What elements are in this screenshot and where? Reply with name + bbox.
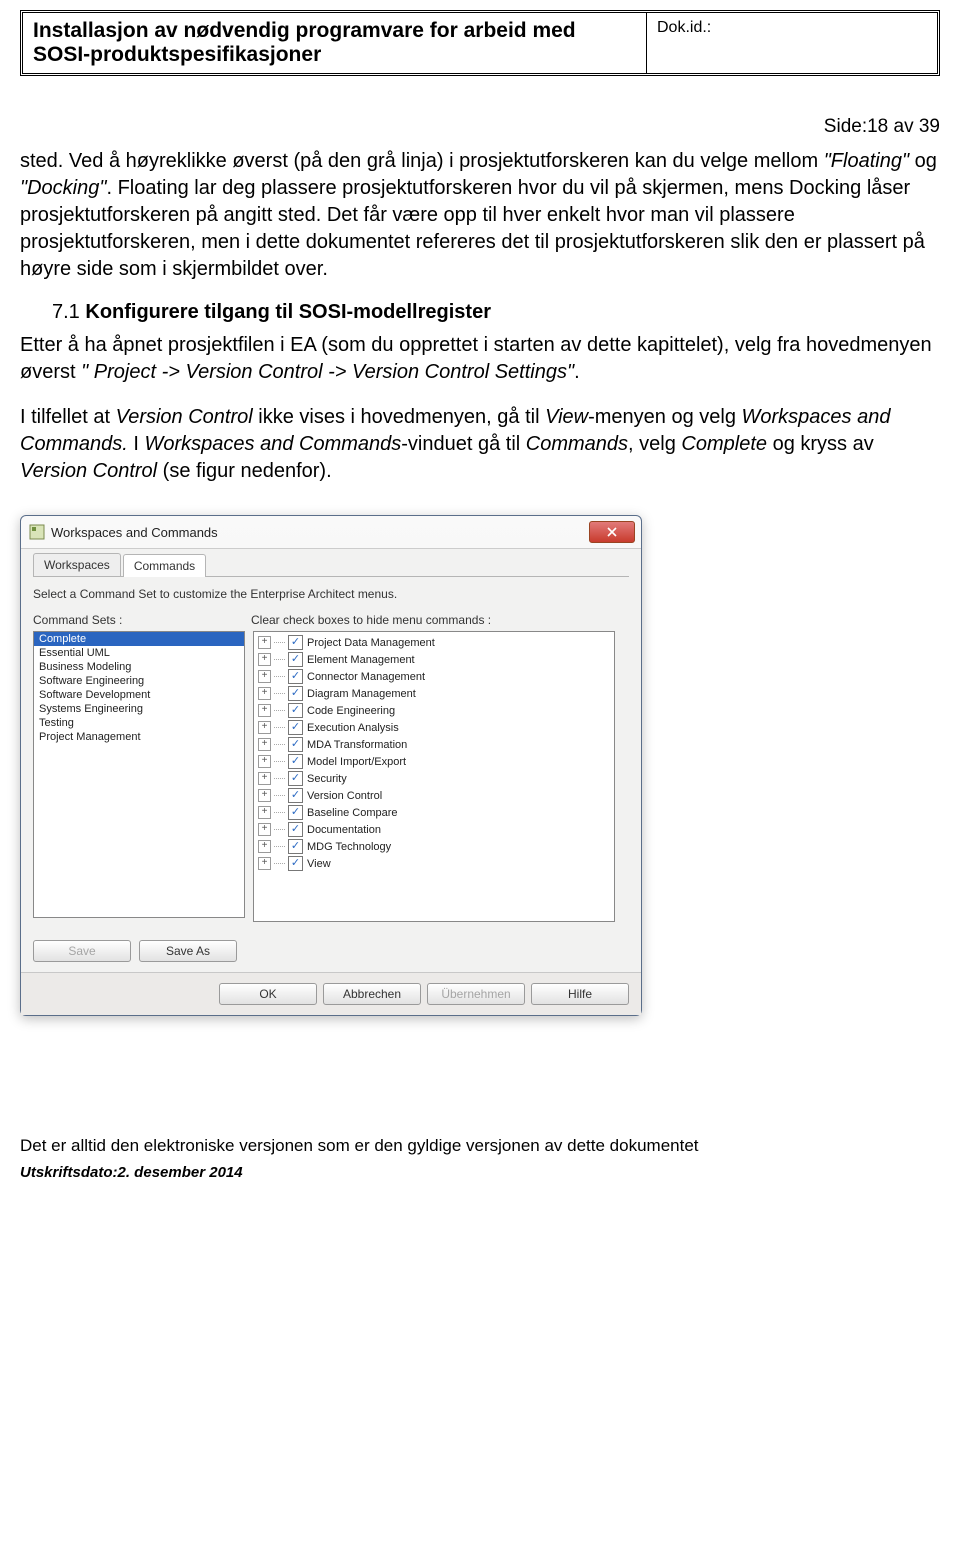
expand-icon[interactable]: + [258, 857, 271, 870]
checkbox-icon[interactable] [288, 839, 303, 854]
menu-commands-tree[interactable]: +Project Data Management +Element Manage… [253, 631, 615, 922]
list-item[interactable]: Systems Engineering [34, 702, 244, 716]
checkbox-icon[interactable] [288, 652, 303, 667]
tree-item[interactable]: +Code Engineering [258, 702, 610, 719]
paragraph-1: sted. Ved å høyreklikke øverst (på den g… [20, 148, 940, 283]
ok-button[interactable]: OK [219, 983, 317, 1005]
tree-item[interactable]: +MDA Transformation [258, 736, 610, 753]
expand-icon[interactable]: + [258, 806, 271, 819]
tree-item[interactable]: +Security [258, 770, 610, 787]
label-command-sets: Command Sets : [33, 613, 251, 627]
expand-icon[interactable]: + [258, 687, 271, 700]
tab-workspaces[interactable]: Workspaces [33, 553, 121, 576]
checkbox-icon[interactable] [288, 686, 303, 701]
expand-icon[interactable]: + [258, 721, 271, 734]
app-icon [29, 524, 45, 540]
checkbox-icon[interactable] [288, 737, 303, 752]
list-item[interactable]: Project Management [34, 730, 244, 744]
tree-item[interactable]: +Documentation [258, 821, 610, 838]
print-date: Utskriftsdato:2. desember 2014 [20, 1164, 940, 1181]
expand-icon[interactable]: + [258, 670, 271, 683]
cancel-button[interactable]: Abbrechen [323, 983, 421, 1005]
workspaces-commands-dialog: Workspaces and Commands Workspaces Comma… [20, 515, 642, 1016]
tree-item[interactable]: +View [258, 855, 610, 872]
checkbox-icon[interactable] [288, 788, 303, 803]
paragraph-2: Etter å ha åpnet prosjektfilen i EA (som… [20, 332, 940, 386]
dialog-instruction: Select a Command Set to customize the En… [33, 587, 629, 601]
label-clear-checkboxes: Clear check boxes to hide menu commands … [251, 613, 491, 627]
checkbox-icon[interactable] [288, 754, 303, 769]
expand-icon[interactable]: + [258, 653, 271, 666]
expand-icon[interactable]: + [258, 738, 271, 751]
tree-item[interactable]: +Baseline Compare [258, 804, 610, 821]
save-button[interactable]: Save [33, 940, 131, 962]
expand-icon[interactable]: + [258, 636, 271, 649]
list-item[interactable]: Complete [34, 632, 244, 646]
footer-note: Det er alltid den elektroniske versjonen… [20, 1136, 940, 1156]
tree-item[interactable]: +Project Data Management [258, 634, 610, 651]
checkbox-icon[interactable] [288, 703, 303, 718]
list-item[interactable]: Essential UML [34, 646, 244, 660]
tab-commands[interactable]: Commands [123, 554, 206, 577]
checkbox-icon[interactable] [288, 805, 303, 820]
close-icon [607, 527, 617, 537]
list-item[interactable]: Software Engineering [34, 674, 244, 688]
checkbox-icon[interactable] [288, 635, 303, 650]
tree-item[interactable]: +MDG Technology [258, 838, 610, 855]
checkbox-icon[interactable] [288, 771, 303, 786]
list-item[interactable]: Business Modeling [34, 660, 244, 674]
tree-item[interactable]: +Connector Management [258, 668, 610, 685]
list-item[interactable]: Testing [34, 716, 244, 730]
expand-icon[interactable]: + [258, 704, 271, 717]
section-heading: 7.1 Konfigurere tilgang til SOSI-modellr… [20, 301, 940, 324]
checkbox-icon[interactable] [288, 822, 303, 837]
page-number: Side:18 av 39 [20, 116, 940, 138]
tree-item[interactable]: +Model Import/Export [258, 753, 610, 770]
save-as-button[interactable]: Save As [139, 940, 237, 962]
expand-icon[interactable]: + [258, 840, 271, 853]
expand-icon[interactable]: + [258, 823, 271, 836]
dialog-title: Workspaces and Commands [51, 525, 218, 540]
expand-icon[interactable]: + [258, 772, 271, 785]
expand-icon[interactable]: + [258, 755, 271, 768]
tree-item[interactable]: +Diagram Management [258, 685, 610, 702]
close-button[interactable] [589, 521, 635, 543]
dokid-label: Dok.id.: [647, 13, 937, 73]
tree-item[interactable]: +Element Management [258, 651, 610, 668]
checkbox-icon[interactable] [288, 720, 303, 735]
tree-item[interactable]: +Version Control [258, 787, 610, 804]
document-header: Installasjon av nødvendig programvare fo… [20, 10, 940, 76]
help-button[interactable]: Hilfe [531, 983, 629, 1005]
checkbox-icon[interactable] [288, 856, 303, 871]
apply-button[interactable]: Übernehmen [427, 983, 525, 1005]
dialog-titlebar[interactable]: Workspaces and Commands [21, 516, 641, 548]
tree-item[interactable]: +Execution Analysis [258, 719, 610, 736]
document-title: Installasjon av nødvendig programvare fo… [23, 13, 647, 73]
command-sets-listbox[interactable]: Complete Essential UML Business Modeling… [33, 631, 245, 918]
list-item[interactable]: Software Development [34, 688, 244, 702]
expand-icon[interactable]: + [258, 789, 271, 802]
checkbox-icon[interactable] [288, 669, 303, 684]
paragraph-3: I tilfellet at Version Control ikke vise… [20, 404, 940, 485]
